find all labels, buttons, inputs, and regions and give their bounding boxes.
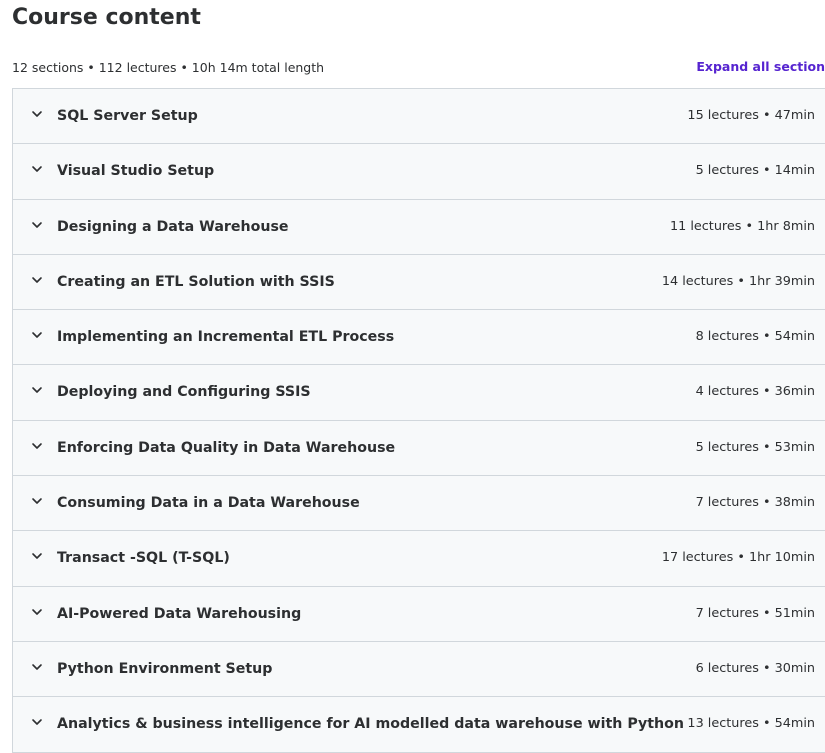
section-meta: 4 lectures • 36min xyxy=(695,384,815,400)
chevron-down-icon xyxy=(32,553,42,560)
chevron-down-icon xyxy=(32,166,42,173)
section-title: AI-Powered Data Warehousing xyxy=(57,605,302,622)
section-meta: 5 lectures • 53min xyxy=(695,439,815,455)
section-title: Python Environment Setup xyxy=(57,660,273,677)
section-meta: 17 lectures • 1hr 10min xyxy=(661,550,815,566)
section-row[interactable]: Visual Studio Setup 5 lectures • 14min xyxy=(13,144,825,200)
section-title: SQL Server Setup xyxy=(57,108,198,124)
section-row[interactable]: Python Environment Setup 6 lectures • 30… xyxy=(13,641,825,698)
section-title: Deploying and Configuring SSIS xyxy=(57,384,311,401)
section-row[interactable]: Deploying and Configuring SSIS 4 lecture… xyxy=(13,365,825,421)
section-meta: 8 lectures • 54min xyxy=(695,329,815,345)
section-title: Transact -SQL (T-SQL) xyxy=(57,550,230,567)
chevron-down-icon xyxy=(32,332,42,338)
section-title: Creating an ETL Solution with SSIS xyxy=(57,273,335,290)
chevron-down-icon xyxy=(32,387,42,394)
chevron-down-icon xyxy=(32,719,42,726)
page-title: Course content xyxy=(12,5,201,30)
chevron-down-icon xyxy=(32,664,42,670)
section-meta: 15 lectures • 47min xyxy=(687,108,815,123)
section-row[interactable]: SQL Server Setup 15 lectures • 47min xyxy=(13,89,825,145)
chevron-down-icon xyxy=(32,498,42,504)
section-list: SQL Server Setup 15 lectures • 47min Vis… xyxy=(12,88,825,753)
section-row[interactable]: Implementing an Incremental ETL Process … xyxy=(13,310,825,366)
chevron-down-icon xyxy=(32,221,42,228)
section-meta: 7 lectures • 51min xyxy=(695,605,815,621)
section-title: Visual Studio Setup xyxy=(57,163,215,180)
chevron-down-icon xyxy=(32,608,42,615)
section-title: Analytics & business intelligence for AI… xyxy=(57,716,684,733)
section-title: Enforcing Data Quality in Data Warehouse xyxy=(57,439,396,456)
section-meta: 7 lectures • 38min xyxy=(695,495,815,511)
section-row[interactable]: Transact -SQL (T-SQL) 17 lectures • 1hr … xyxy=(13,531,825,587)
course-summary: 12 sections • 112 lectures • 10h 14m tot… xyxy=(12,60,325,75)
section-title: Consuming Data in a Data Warehouse xyxy=(57,495,360,512)
section-meta: 6 lectures • 30min xyxy=(695,660,815,676)
chevron-down-icon xyxy=(32,111,42,117)
section-row[interactable]: Enforcing Data Quality in Data Warehouse… xyxy=(13,420,825,477)
section-row[interactable]: Consuming Data in a Data Warehouse 7 lec… xyxy=(13,476,825,532)
course-content-panel: Course content 12 sections • 112 lecture… xyxy=(0,0,825,753)
section-row[interactable]: Designing a Data Warehouse 11 lectures •… xyxy=(13,199,825,255)
course-summary-row: 12 sections • 112 lectures • 10h 14m tot… xyxy=(12,58,825,78)
chevron-down-icon xyxy=(32,442,42,449)
section-meta: 13 lectures • 54min xyxy=(687,716,815,732)
chevron-down-icon xyxy=(32,277,42,283)
section-meta: 5 lectures • 14min xyxy=(695,163,815,179)
section-meta: 14 lectures • 1hr 39min xyxy=(661,273,815,289)
section-title: Implementing an Incremental ETL Process xyxy=(57,329,395,346)
section-row[interactable]: Analytics & business intelligence for AI… xyxy=(13,697,825,753)
expand-all-sections-button[interactable]: Expand all section xyxy=(696,58,825,76)
section-title: Designing a Data Warehouse xyxy=(57,218,289,235)
section-row[interactable]: AI-Powered Data Warehousing 7 lectures •… xyxy=(13,586,825,642)
section-meta: 11 lectures • 1hr 8min xyxy=(669,218,815,234)
section-row[interactable]: Creating an ETL Solution with SSIS 14 le… xyxy=(13,254,825,311)
